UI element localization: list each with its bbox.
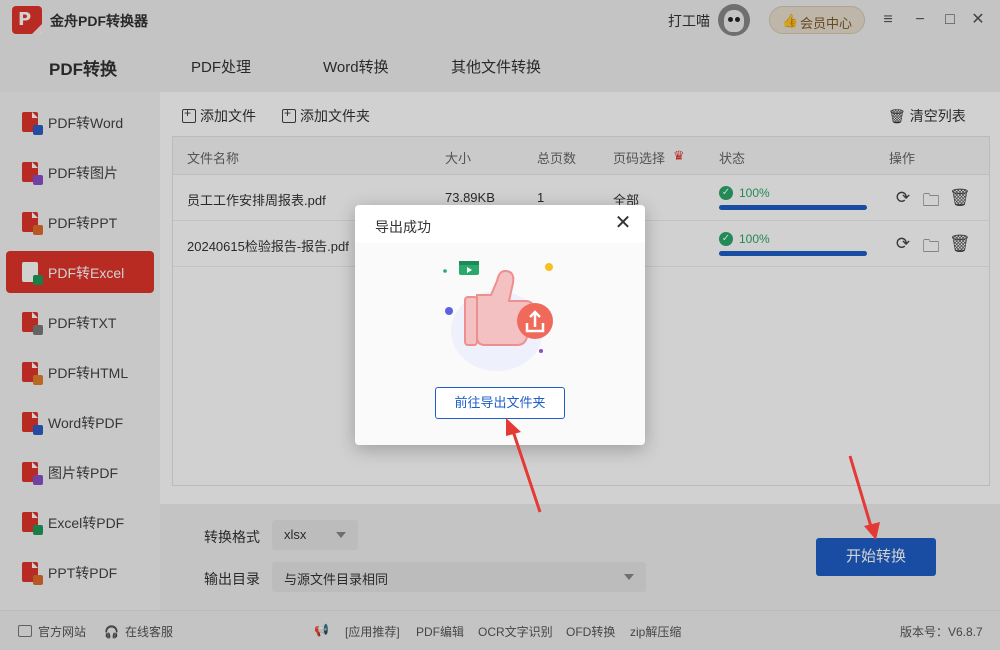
thumbs-up-illustration (443, 261, 553, 371)
dialog-title: 导出成功 (375, 219, 431, 235)
close-icon[interactable]: ✕ (613, 213, 633, 233)
export-success-dialog: 导出成功 ✕ 前往导出文件夹 (355, 205, 645, 445)
dialog-body: 前往导出文件夹 (355, 243, 645, 445)
open-export-folder-button[interactable]: 前往导出文件夹 (435, 387, 565, 419)
